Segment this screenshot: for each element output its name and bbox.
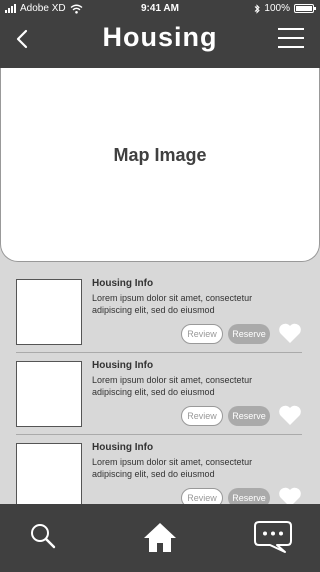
reserve-button[interactable]: Reserve <box>228 488 270 504</box>
listing-description: Lorem ipsum dolor sit amet, consectetur … <box>92 375 253 397</box>
nav-bar: Housing <box>0 18 320 68</box>
review-button[interactable]: Review <box>181 488 223 504</box>
map-image[interactable]: Map Image <box>0 68 320 262</box>
listing-title: Housing Info <box>92 278 154 289</box>
list-item[interactable]: Housing Info Lorem ipsum dolor sit amet,… <box>16 344 302 435</box>
list-item[interactable]: Housing Info Lorem ipsum dolor sit amet,… <box>16 426 302 504</box>
map-label: Map Image <box>113 145 207 165</box>
listing-thumbnail[interactable] <box>16 361 82 427</box>
hamburger-menu-icon[interactable] <box>278 28 304 48</box>
reserve-button[interactable]: Reserve <box>228 324 270 344</box>
list-item[interactable]: Housing Info Lorem ipsum dolor sit amet,… <box>16 262 302 353</box>
tab-bar <box>0 504 320 572</box>
listing-thumbnail[interactable] <box>16 443 82 504</box>
page-title: Housing <box>102 22 218 52</box>
search-icon[interactable] <box>29 522 57 550</box>
review-button[interactable]: Review <box>181 406 223 426</box>
heart-icon[interactable] <box>278 404 302 426</box>
chat-icon[interactable] <box>253 520 293 554</box>
listing-title: Housing Info <box>92 360 154 371</box>
heart-icon[interactable] <box>278 486 302 504</box>
battery-icon <box>294 4 316 13</box>
listing-list[interactable]: Housing Info Lorem ipsum dolor sit amet,… <box>0 262 320 504</box>
listing-description: Lorem ipsum dolor sit amet, consectetur … <box>92 457 253 479</box>
status-bar: Adobe XD 9:41 AM 100% <box>0 0 320 18</box>
listing-description: Lorem ipsum dolor sit amet, consectetur … <box>92 293 253 315</box>
listing-title: Housing Info <box>92 442 154 453</box>
bluetooth-icon <box>255 3 261 14</box>
listing-thumbnail[interactable] <box>16 279 82 345</box>
status-right: 100% <box>254 3 316 14</box>
review-button[interactable]: Review <box>181 324 223 344</box>
battery-percent: 100% <box>264 3 290 14</box>
home-icon[interactable] <box>143 520 177 554</box>
reserve-button[interactable]: Reserve <box>228 406 270 426</box>
heart-icon[interactable] <box>278 322 302 344</box>
